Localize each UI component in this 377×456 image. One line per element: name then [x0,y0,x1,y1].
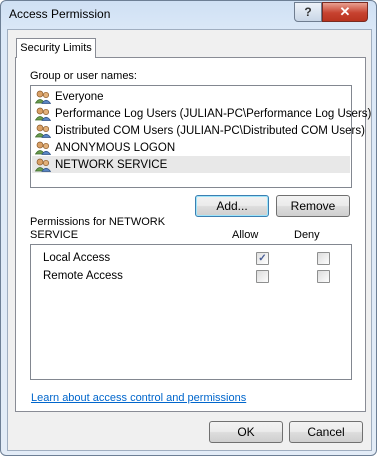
help-icon: ? [304,5,312,19]
add-button[interactable]: Add... [195,195,269,217]
user-group-icon [35,158,51,172]
tab-security-limits[interactable]: Security Limits [16,38,96,58]
user-name: Performance Log Users (JULIAN-PC\Perform… [55,107,372,120]
window-title: Access Permission [9,7,111,21]
group-or-user-names-label: Group or user names: [30,70,137,82]
user-name: ANONYMOUS LOGON [55,141,176,154]
title-bar[interactable]: Access Permission ? ✕ [1,1,376,29]
local-access-allow-checkbox[interactable]: ✓ [256,252,269,265]
allow-column-header: Allow [232,229,259,241]
permissions-label: Permissions for NETWORK SERVICE [30,216,166,241]
ok-button[interactable]: OK [209,421,283,443]
close-icon: ✕ [339,4,351,19]
cancel-button[interactable]: Cancel [289,421,363,443]
user-list-item-selected[interactable]: NETWORK SERVICE [32,156,350,173]
access-permission-dialog: Access Permission ? ✕ Security Limits Gr… [0,0,377,456]
user-name: NETWORK SERVICE [55,158,168,171]
user-group-icon [35,90,51,104]
close-button[interactable]: ✕ [322,2,368,22]
security-limits-panel: Group or user names: Everyone Performanc… [15,57,371,412]
user-list-item[interactable]: Everyone [32,88,350,105]
dialog-client-area: Security Limits Group or user names: Eve… [7,29,372,451]
user-group-icon [35,141,51,155]
user-list-item[interactable]: Distributed COM Users (JULIAN-PC\Distrib… [32,122,365,139]
user-list-item[interactable]: Performance Log Users (JULIAN-PC\Perform… [32,105,371,122]
remote-access-allow-checkbox[interactable] [256,270,269,283]
user-group-icon [35,107,51,121]
permission-name: Remote Access [43,270,123,282]
user-name: Distributed COM Users (JULIAN-PC\Distrib… [55,124,365,137]
user-group-icon [35,124,51,138]
learn-more-link[interactable]: Learn about access control and permissio… [31,392,246,404]
permission-name: Local Access [43,252,111,264]
help-button[interactable]: ? [294,2,322,22]
deny-column-header: Deny [294,229,320,241]
remote-access-deny-checkbox[interactable] [317,270,330,283]
permissions-list: Local Access ✓ Remote Access [30,244,352,380]
remove-button[interactable]: Remove [276,195,350,217]
user-list[interactable]: Everyone Performance Log Users (JULIAN-P… [30,85,371,188]
user-name: Everyone [55,90,104,103]
user-list-item[interactable]: ANONYMOUS LOGON [32,139,350,156]
local-access-deny-checkbox[interactable] [317,252,330,265]
